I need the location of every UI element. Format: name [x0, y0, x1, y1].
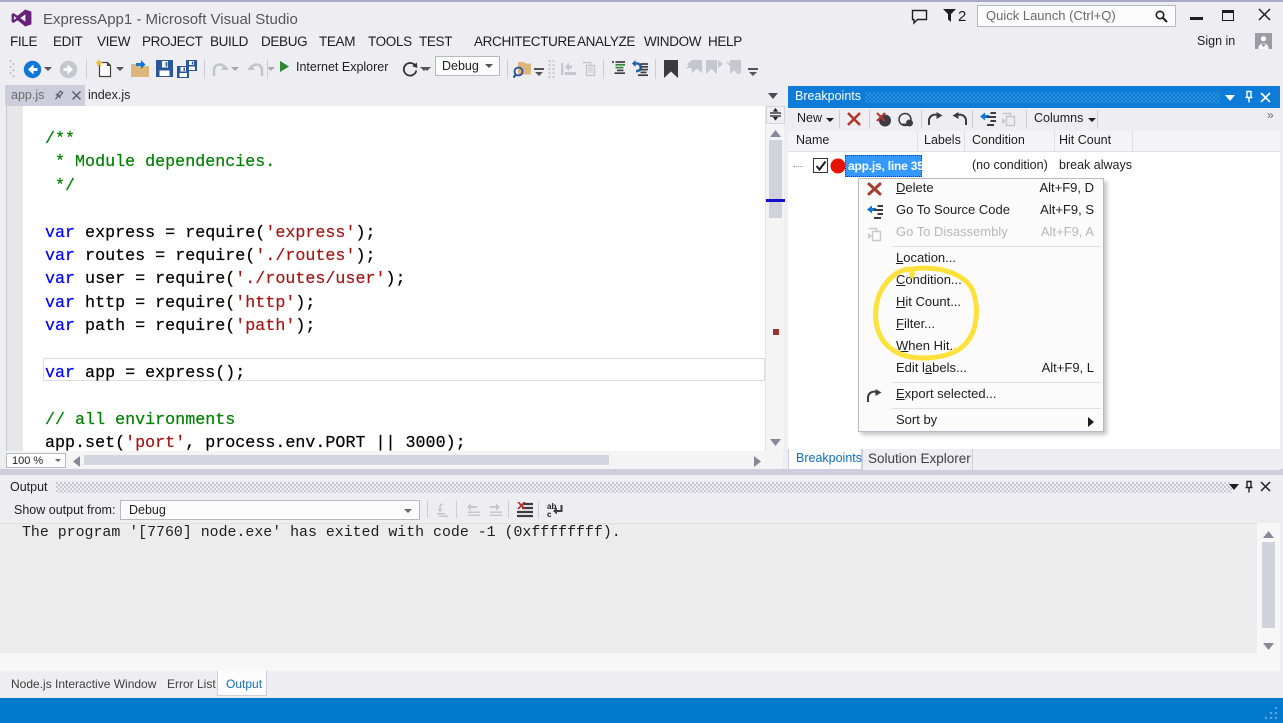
svg-text:c: c: [547, 510, 552, 518]
